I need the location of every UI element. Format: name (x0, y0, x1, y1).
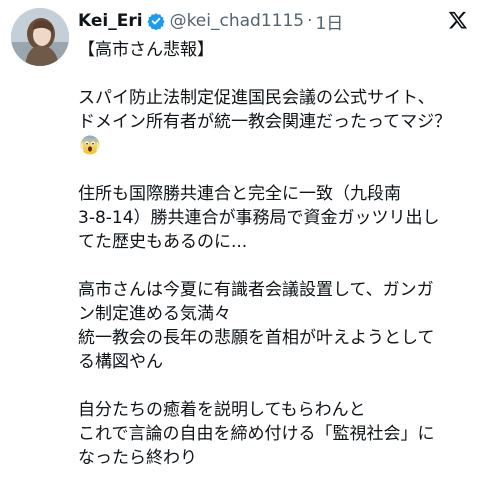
face-screaming-in-fear-icon (80, 135, 100, 155)
x-logo-icon[interactable] (448, 10, 468, 30)
post-timestamp[interactable]: 1日 (315, 9, 343, 34)
separator-dot: · (307, 11, 313, 31)
user-handle[interactable]: @kei_chad1115 (170, 11, 305, 31)
post-paragraph-4: 自分たちの癒着を説明してもらわんと これで言論の自由を締め付ける「監視社会」に … (78, 400, 435, 468)
verified-badge-icon (146, 12, 165, 30)
display-name[interactable]: Kei_Eri (78, 11, 143, 31)
post-header: Kei_Eri @kei_chad1115 · 1日 (78, 9, 436, 34)
post-body: 【高市さん悲報】 スパイ防止法制定促進国民会議の公式サイト、 ドメイン所有者が統… (78, 38, 470, 470)
post-paragraph-3: 高市さんは今夏に有識者会議設置して、ガンガ ン制定進める気満々 統一教会の長年の… (78, 280, 435, 372)
post-paragraph-1: スパイ防止法制定促進国民会議の公式サイト、 ドメイン所有者が統一教会関連だったっ… (78, 88, 452, 132)
post-heading: 【高市さん悲報】 (78, 40, 214, 60)
post-paragraph-2: 住所も国際勝共連合と完全に一致（九段南 3-8-14）勝共連合が事務局で資金ガッ… (78, 184, 440, 252)
avatar[interactable] (11, 8, 69, 66)
